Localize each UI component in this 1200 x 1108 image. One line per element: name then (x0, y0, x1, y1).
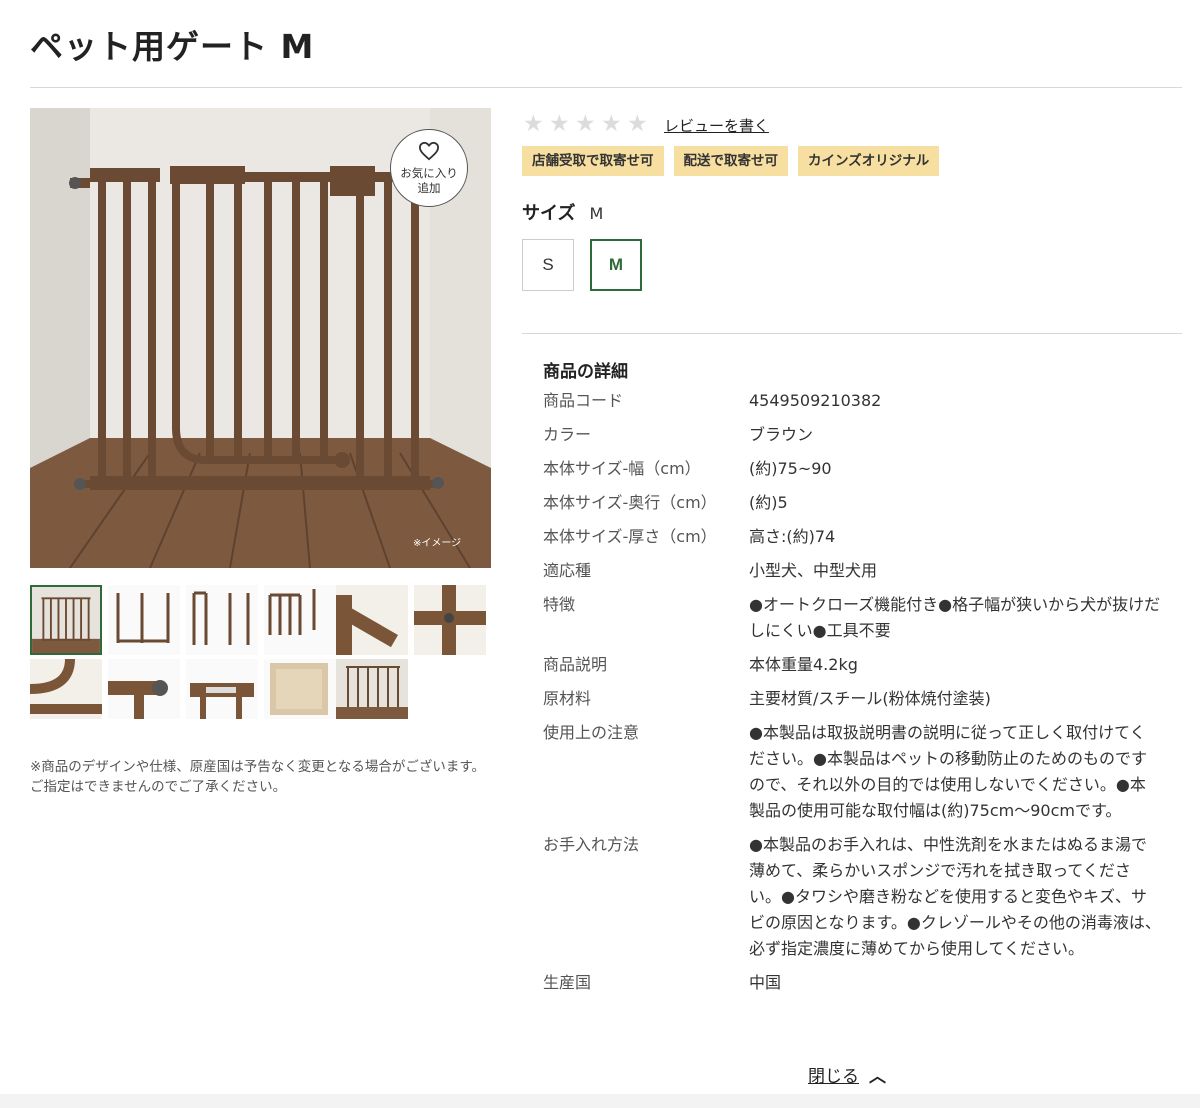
heart-icon (418, 141, 440, 161)
detail-key: 適応種 (543, 561, 592, 580)
detail-row: 商品説明 本体重量4.2kg (543, 652, 1163, 678)
badge-original: カインズオリジナル (798, 146, 940, 176)
detail-value: (約)5 (749, 493, 788, 512)
thumbnail-image (186, 585, 258, 655)
badge-store-pickup: 店舗受取で取寄せ可 (522, 146, 664, 176)
detail-value: 高さ:(約)74 (749, 527, 836, 546)
thumbnail-9[interactable] (186, 659, 258, 719)
detail-value: ブラウン (749, 425, 814, 444)
close-label: 閉じる (808, 1067, 859, 1087)
thumbnail-3[interactable] (186, 585, 258, 655)
detail-key: 原材料 (543, 689, 592, 708)
detail-row: カラー ブラウン (543, 422, 1163, 448)
detail-value: (約)75~90 (749, 459, 832, 478)
detail-key: 商品説明 (543, 655, 608, 674)
size-heading: サイズ M (522, 199, 603, 225)
favorite-button[interactable]: お気に入り 追加 (390, 129, 468, 207)
selected-size-value: M (589, 204, 604, 223)
image-note: ※イメージ (413, 538, 462, 549)
size-label: サイズ (522, 203, 576, 224)
page-bottom-bar (0, 1094, 1200, 1108)
thumbnail-6[interactable] (414, 585, 486, 655)
star-icon: ★ (549, 111, 570, 137)
detail-row: 特徴 ●オートクローズ機能付き●格子幅が狭いから犬が抜けだしにくい●工具不要 (543, 592, 1163, 644)
thumbnail-image (264, 585, 336, 655)
write-review-link[interactable]: レビューを書く (664, 115, 769, 136)
detail-value: 4549509210382 (749, 391, 882, 410)
detail-row: 本体サイズ-幅（cm） (約)75~90 (543, 456, 1163, 482)
favorite-label-2: 追加 (417, 181, 441, 195)
size-option-m[interactable]: M (590, 239, 642, 291)
detail-row: 商品コード 4549509210382 (543, 388, 1163, 414)
detail-value: ●本製品は取扱説明書の説明に従って正しく取付けてください。●本製品はペットの移動… (749, 723, 1147, 820)
divider (522, 333, 1182, 334)
detail-key: 本体サイズ-奥行（cm） (543, 493, 717, 512)
detail-row: 本体サイズ-厚さ（cm） 高さ:(約)74 (543, 524, 1163, 550)
star-icon: ★ (627, 111, 648, 137)
detail-row: 使用上の注意 ●本製品は取扱説明書の説明に従って正しく取付けてください。●本製品は… (543, 720, 1163, 824)
chevron-up-icon: ︿ (869, 1067, 886, 1087)
detail-key: 使用上の注意 (543, 723, 640, 742)
divider (30, 87, 1182, 88)
detail-key: お手入れ方法 (543, 835, 640, 854)
detail-value: ●オートクローズ機能付き●格子幅が狭いから犬が抜けだしにくい●工具不要 (749, 595, 1161, 640)
badge-delivery: 配送で取寄せ可 (673, 146, 788, 176)
page-title: ペット用ゲート M (30, 27, 315, 66)
thumbnail-1[interactable] (30, 585, 102, 655)
thumbnail-image (108, 659, 180, 719)
thumbnail-2[interactable] (108, 585, 180, 655)
detail-row: 適応種 小型犬、中型犬用 (543, 558, 1163, 584)
favorite-label-1: お気に入り (400, 166, 458, 180)
thumbnail-image (30, 659, 102, 719)
detail-value: 小型犬、中型犬用 (749, 561, 878, 580)
detail-value: ●本製品のお手入れは、中性洗剤を水またはぬるま湯で薄めて、柔らかいスポンジで汚れ… (749, 835, 1161, 958)
detail-key: 商品コード (543, 391, 624, 410)
product-disclaimer: ※商品のデザインや仕様、原産国は予告なく変更となる場合がございます。ご指定はでき… (30, 759, 486, 795)
detail-key: 特徴 (543, 595, 576, 614)
star-icon: ★ (575, 111, 596, 137)
thumbnail-image (32, 587, 100, 653)
rating-stars: ★ ★ ★ ★ ★ (523, 112, 651, 136)
detail-row: 本体サイズ-奥行（cm） (約)5 (543, 490, 1163, 516)
thumbnail-image (414, 585, 486, 655)
detail-key: 本体サイズ-厚さ（cm） (543, 527, 717, 546)
detail-row: お手入れ方法 ●本製品のお手入れは、中性洗剤を水またはぬるま湯で薄めて、柔らかいス… (543, 832, 1163, 962)
product-details: 商品の詳細 商品コード 4549509210382 カラー ブラウン 本体サイズ-幅… (543, 357, 1163, 1004)
thumbnail-10[interactable] (264, 659, 336, 719)
detail-value: 本体重量4.2kg (749, 655, 858, 674)
thumbnail-image (186, 659, 258, 719)
thumbnail-image (336, 659, 408, 719)
details-heading: 商品の詳細 (543, 362, 628, 382)
thumbnail-image (108, 585, 180, 655)
thumbnail-11[interactable] (336, 659, 408, 719)
detail-key: 生産国 (543, 973, 592, 992)
thumbnail-8[interactable] (108, 659, 180, 719)
size-option-s[interactable]: S (522, 239, 574, 291)
close-details-button[interactable]: 閉じる ︿ (808, 1062, 886, 1087)
detail-key: カラー (543, 425, 592, 444)
detail-value: 主要材質/スチール(粉体焼付塗装) (749, 689, 991, 708)
detail-key: 本体サイズ-幅（cm） (543, 459, 701, 478)
thumbnail-image (336, 585, 408, 655)
thumbnail-image (264, 659, 336, 719)
availability-badges: 店舗受取で取寄せ可 配送で取寄せ可 カインズオリジナル (522, 146, 940, 176)
detail-row: 生産国 中国 (543, 970, 1163, 996)
detail-value: 中国 (749, 973, 782, 992)
thumbnail-5[interactable] (336, 585, 408, 655)
detail-row: 原材料 主要材質/スチール(粉体焼付塗装) (543, 686, 1163, 712)
thumbnail-4[interactable] (264, 585, 336, 655)
thumbnail-7[interactable] (30, 659, 102, 719)
star-icon: ★ (601, 111, 622, 137)
star-icon: ★ (523, 111, 544, 137)
